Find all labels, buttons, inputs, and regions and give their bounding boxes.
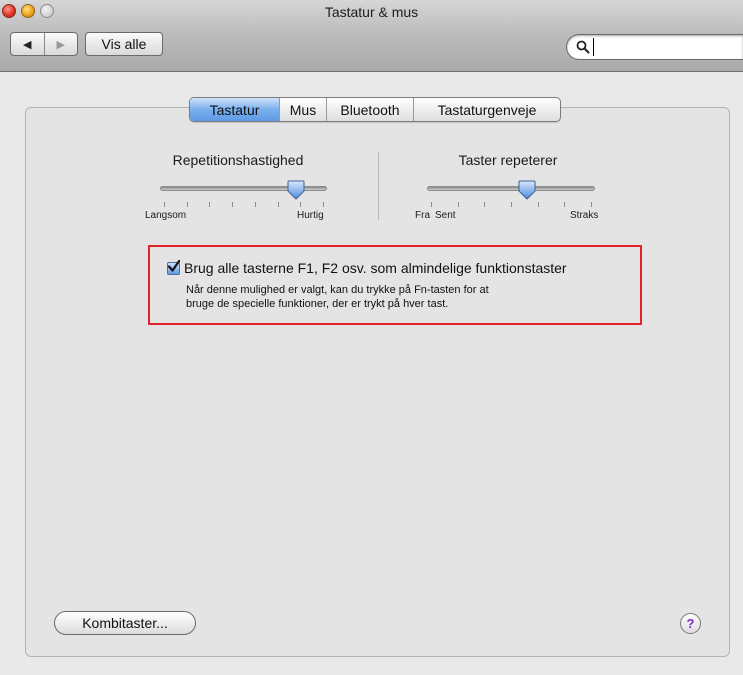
window-title: Tastatur & mus (324, 4, 419, 20)
fn-keys-checkbox[interactable] (167, 260, 180, 275)
delay-until-repeat-tick (431, 202, 432, 207)
delay-until-repeat-tick (537, 202, 539, 207)
delay-until-repeat-title: Taster repeterer (458, 152, 558, 168)
delay-until-repeat-tick (511, 202, 512, 207)
delay-off-label: Fra (415, 210, 430, 221)
repeat-rate-title: Repetitionshastighed (172, 152, 304, 168)
repeat-rate-max-label: Hurtig (297, 210, 324, 221)
delay-until-repeat-tick (591, 202, 592, 207)
tab-mus[interactable]: Mus (279, 98, 326, 121)
search-input[interactable] (593, 38, 734, 56)
repeat-rate-tick (323, 202, 324, 207)
delay-until-repeat-slider[interactable] (427, 186, 595, 191)
repeat-rate-min-label: Langsom (145, 210, 187, 221)
checkmark-icon (167, 260, 180, 272)
help-icon: ? (686, 616, 695, 631)
back-forward-control: ◀ ▶ (10, 32, 78, 56)
modifier-keys-button[interactable]: Kombitaster... (54, 611, 196, 635)
repeat-rate-tick (209, 202, 211, 207)
repeat-rate-slider-thumb[interactable] (287, 180, 305, 200)
forward-button[interactable]: ▶ (43, 33, 78, 55)
delay-until-repeat-slider-thumb[interactable] (518, 180, 536, 200)
help-button[interactable]: ? (680, 613, 701, 634)
repeat-rate-tick (164, 202, 165, 207)
repeat-rate-tick (300, 202, 302, 207)
repeat-rate-tick (254, 202, 256, 207)
show-all-button[interactable]: Vis alle (85, 32, 163, 56)
delay-short-label: Straks (570, 210, 599, 221)
delay-long-label: Sent (435, 210, 456, 221)
delay-until-repeat-tick (484, 202, 486, 207)
back-arrow-icon: ◀ (23, 38, 32, 51)
slider-divider (378, 152, 379, 220)
search-field[interactable] (566, 34, 743, 60)
repeat-rate-tick (277, 202, 279, 207)
delay-until-repeat-tick (457, 202, 459, 207)
delay-until-repeat-tick (564, 202, 566, 207)
preference-tabs: Tastatur Mus Bluetooth Tastaturgenveje (189, 97, 561, 122)
search-icon (576, 40, 590, 54)
repeat-rate-tick (186, 202, 188, 207)
fn-keys-label[interactable]: Brug alle tasterne F1, F2 osv. som almin… (184, 260, 567, 276)
tab-bluetooth[interactable]: Bluetooth (326, 98, 413, 121)
window-toolbar: Tastatur & mus ◀ ▶ Vis alle (0, 0, 743, 72)
back-button[interactable]: ◀ (11, 33, 44, 55)
fn-keys-description-line2: bruge de specielle funktioner, der er tr… (186, 298, 449, 310)
forward-arrow-icon: ▶ (56, 38, 65, 51)
repeat-rate-tick (232, 202, 234, 207)
tab-tastaturgenveje[interactable]: Tastaturgenveje (413, 98, 560, 121)
fn-keys-description: Når denne mulighed er valgt, kan du tryk… (186, 283, 489, 311)
tab-tastatur[interactable]: Tastatur (190, 98, 279, 121)
fn-keys-description-line1: Når denne mulighed er valgt, kan du tryk… (186, 284, 489, 296)
